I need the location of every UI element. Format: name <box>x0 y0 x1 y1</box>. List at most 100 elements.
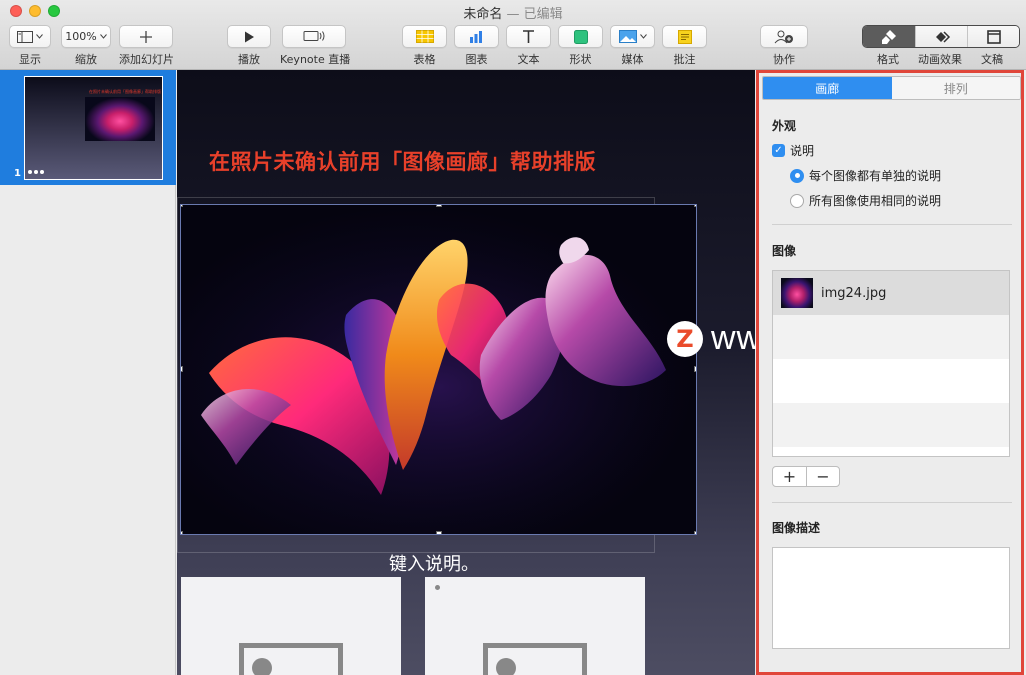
view-label: 显示 <box>19 53 41 66</box>
media-label: 媒体 <box>621 53 644 66</box>
chevron-down-icon <box>639 34 647 39</box>
document-button[interactable] <box>967 26 1019 47</box>
keynote-live-button[interactable] <box>282 25 346 48</box>
table-tool: 表格 <box>402 25 447 67</box>
keynote-window: 未命名 — 已编辑 显示 100% 缩放 添加幻灯片 播放 Keynote 直播… <box>0 0 1026 675</box>
image-description-field[interactable] <box>772 547 1010 649</box>
format-inspector: 画廊 排列 外观 ✓ 说明 每个图像都有单独的说明 所有图像使用相同的说明 图像… <box>756 70 1024 675</box>
photo-icon <box>618 30 637 43</box>
sidebar-icon <box>17 30 33 43</box>
chart-button[interactable] <box>454 25 499 48</box>
resize-handle[interactable] <box>694 531 696 534</box>
resize-handle[interactable] <box>436 531 442 534</box>
text-tool: 文本 <box>506 25 551 67</box>
slide-navigator: 在照片未确认前用「图像画廊」帮助排版 1 <box>0 70 176 675</box>
media-button[interactable] <box>610 25 655 48</box>
comment-button[interactable] <box>662 25 707 48</box>
add-slide-label: 添加幻灯片 <box>119 53 174 66</box>
divider <box>772 224 1012 225</box>
caption-same-option[interactable]: 所有图像使用相同的说明 <box>790 192 941 209</box>
window-title: 未命名 — 已编辑 <box>0 3 1026 22</box>
chart-tool: 图表 <box>454 25 499 67</box>
shape-label: 形状 <box>569 53 592 66</box>
caption-each-radio[interactable] <box>790 168 804 183</box>
animate-button[interactable] <box>915 26 967 47</box>
caption-checkbox-label: 说明 <box>790 144 815 158</box>
caption-same-radio[interactable] <box>790 193 804 208</box>
play-icon <box>244 31 254 42</box>
tab-gallery[interactable]: 画廊 <box>763 77 892 99</box>
text-button[interactable] <box>506 25 551 48</box>
animate-icon <box>935 30 950 43</box>
inspector-switcher: 格式 动画效果 文稿 <box>862 25 1020 67</box>
caption-checkbox[interactable]: ✓ <box>772 144 785 157</box>
keynote-live-tool: Keynote 直播 <box>280 25 350 67</box>
shape-button[interactable] <box>558 25 603 48</box>
comment-label: 批注 <box>673 53 696 66</box>
text-icon <box>523 30 534 43</box>
format-button[interactable] <box>863 26 915 47</box>
image-caption[interactable]: 键入说明。 <box>389 550 479 576</box>
slide-thumbnail[interactable]: 在照片未确认前用「图像画廊」帮助排版 <box>24 76 163 180</box>
zoom-value: 100% <box>65 30 97 43</box>
paintbrush-icon <box>882 29 896 44</box>
title-separator: — <box>502 7 524 22</box>
comment-icon <box>677 29 692 44</box>
view-tool: 显示 <box>9 25 51 67</box>
slide-canvas[interactable]: 在照片未确认前用「图像画廊」帮助排版 键入说明。 <box>177 70 755 675</box>
broadcast-icon <box>303 31 325 41</box>
document-status: 已编辑 <box>523 7 563 22</box>
add-person-icon <box>774 30 793 43</box>
image-list-item[interactable]: img24.jpg <box>773 271 1009 315</box>
format-label: 格式 <box>877 53 899 66</box>
table-label: 表格 <box>413 53 436 66</box>
gallery-image[interactable] <box>180 204 697 535</box>
resize-handle[interactable] <box>181 366 183 372</box>
slide-title[interactable]: 在照片未确认前用「图像画廊」帮助排版 <box>209 146 596 176</box>
document-name: 未命名 <box>463 7 503 22</box>
inspector-tabs: 画廊 排列 <box>762 76 1021 100</box>
divider <box>772 502 1012 503</box>
image-placeholder-icon <box>239 643 343 675</box>
caption-each-option[interactable]: 每个图像都有单独的说明 <box>790 167 941 184</box>
resize-handle[interactable] <box>181 531 183 534</box>
resize-handle[interactable] <box>181 205 183 207</box>
image-list-empty-row <box>773 315 1009 359</box>
collaborate-button[interactable] <box>760 25 808 48</box>
play-button[interactable] <box>227 25 271 48</box>
chart-label: 图表 <box>465 53 488 66</box>
document-icon <box>986 29 1001 44</box>
collaborate-tool: 协作 <box>760 25 808 67</box>
resize-handle[interactable] <box>694 366 696 372</box>
zoom-select[interactable]: 100% <box>61 25 111 48</box>
tab-arrange[interactable]: 排列 <box>891 77 1020 99</box>
media-placeholder[interactable] <box>425 577 645 675</box>
watermark-logo: Z <box>667 320 703 357</box>
images-heading: 图像 <box>772 244 797 258</box>
image-list-controls: + − <box>772 466 840 487</box>
resize-handle[interactable] <box>436 205 442 207</box>
caption-each-label: 每个图像都有单独的说明 <box>809 169 942 183</box>
keynote-live-label: Keynote 直播 <box>280 53 351 66</box>
caption-same-label: 所有图像使用相同的说明 <box>809 194 942 208</box>
zoom-tool: 100% 缩放 <box>61 25 111 67</box>
table-icon <box>415 30 434 43</box>
play-tool: 播放 <box>227 25 271 67</box>
inspector-labels: 格式 动画效果 文稿 <box>862 51 1020 67</box>
add-image-button[interactable]: + <box>773 467 806 486</box>
abstract-art-image <box>181 205 696 534</box>
inspector-segments <box>862 25 1020 48</box>
add-slide-tool: 添加幻灯片 <box>119 25 174 67</box>
media-placeholder[interactable] <box>181 577 401 675</box>
resize-handle[interactable] <box>694 205 696 207</box>
table-button[interactable] <box>402 25 447 48</box>
slide-thumbnail-selected[interactable]: 在照片未确认前用「图像画廊」帮助排版 1 <box>0 70 176 185</box>
image-list[interactable]: img24.jpg <box>772 270 1010 457</box>
remove-image-button[interactable]: − <box>806 467 839 486</box>
view-button[interactable] <box>9 25 51 48</box>
caption-option[interactable]: ✓ 说明 <box>772 142 814 159</box>
add-slide-button[interactable] <box>119 25 173 48</box>
more-icon[interactable] <box>28 170 44 174</box>
toolbar: 未命名 — 已编辑 显示 100% 缩放 添加幻灯片 播放 Keynote 直播… <box>0 0 1026 70</box>
document-label: 文稿 <box>981 53 1003 66</box>
